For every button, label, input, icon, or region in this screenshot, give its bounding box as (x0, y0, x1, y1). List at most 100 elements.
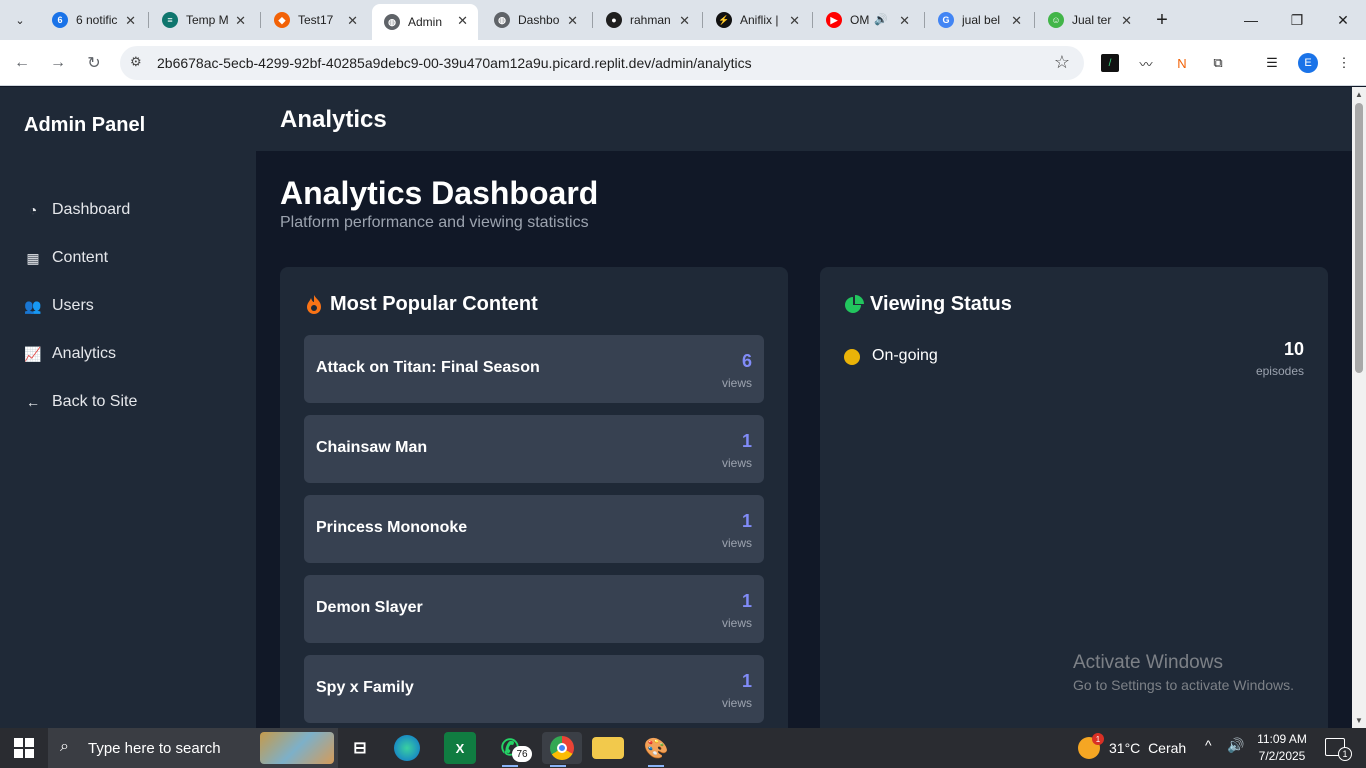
pie-chart-icon (844, 294, 864, 315)
close-tab-icon[interactable]: ✕ (1011, 13, 1022, 29)
popular-content-item: Attack on Titan: Final Season 6 views (304, 335, 764, 403)
extensions-puzzle-icon[interactable]: ⧉ (1208, 53, 1228, 73)
tray-chevron-icon[interactable]: ^ (1205, 737, 1212, 753)
tab-title: Dashbo (518, 13, 560, 27)
sidebar-item-label: Content (52, 249, 109, 266)
new-tab-button[interactable]: + (1150, 8, 1174, 32)
dashboard-subtitle: Platform performance and viewing statist… (280, 214, 589, 231)
restore-button[interactable]: ❐ (1274, 0, 1320, 40)
weather-condition: Cerah (1148, 740, 1187, 756)
close-tab-icon[interactable]: ✕ (1121, 13, 1132, 29)
browser-tab[interactable]: ≡ Temp M ✕ (150, 4, 256, 36)
tab-title: rahman (630, 13, 671, 27)
extension-graph-icon[interactable]: 〰 (1136, 53, 1156, 73)
audio-icon[interactable]: 🔊 (874, 13, 888, 26)
browser-tab[interactable]: ◍ Dashbo ✕ (482, 4, 588, 36)
sidebar: Admin Panel ◔ Dashboard ▦ Content 👥 Users 📈 Ana… (0, 87, 256, 728)
content-title: Princess Mononoke (316, 519, 468, 536)
excel-icon[interactable]: X (444, 732, 476, 764)
sidebar-item-users[interactable]: 👥 Users (24, 292, 234, 320)
status-count: 10 (1283, 339, 1304, 359)
minimize-button[interactable]: — (1228, 0, 1274, 40)
browser-tab[interactable]: ◆ Test17 ✕ (262, 4, 368, 36)
extension-terminal-icon[interactable]: / (1100, 53, 1120, 73)
close-window-button[interactable]: ✕ (1320, 0, 1366, 40)
browser-toolbar: ← → ↻ ⚙ 2b6678ac-5ecb-4299-92bf-40285a9d… (0, 40, 1366, 86)
reload-icon: ↻ (87, 55, 101, 72)
chrome-icon[interactable] (542, 732, 582, 767)
popular-content-item: Spy x Family 1 views (304, 655, 764, 723)
tab-title: Temp M (186, 13, 229, 27)
tab-separator (148, 12, 149, 28)
extension-n-icon[interactable]: N (1172, 53, 1192, 73)
sidebar-item-back-to-site[interactable]: ← Back to Site (24, 388, 234, 416)
bookmark-star-icon[interactable]: ☆ (1054, 52, 1070, 73)
browser-tab[interactable]: ☺ Jual ter ✕ (1036, 4, 1142, 36)
tab-title: Admin (408, 15, 443, 29)
globe-icon: ◍ (384, 14, 400, 30)
tab-title: jual bel (962, 13, 1001, 27)
page-scrollbar[interactable]: ▲ ▼ (1352, 87, 1366, 728)
notification-count: 1 (1338, 747, 1352, 761)
weather-widget[interactable]: 1 31°C Cerah (1078, 733, 1187, 759)
scroll-up-icon[interactable]: ▲ (1355, 90, 1363, 99)
site-info-icon[interactable]: ⚙ (130, 54, 142, 70)
tab-separator (702, 12, 703, 28)
browser-tab[interactable]: Gjual bel ✕ (926, 4, 1032, 36)
sidebar-brand: Admin Panel (24, 114, 146, 136)
aniflix-icon: ⚡ (716, 12, 732, 28)
close-tab-icon[interactable]: ✕ (125, 13, 136, 29)
tab-search-button[interactable]: ⌄ (8, 8, 32, 32)
sidebar-item-analytics[interactable]: 📈 Analytics (24, 340, 234, 368)
reload-button[interactable]: ↻ (82, 51, 106, 75)
close-tab-icon[interactable]: ✕ (899, 13, 910, 29)
arrow-right-icon: → (50, 54, 66, 71)
profile-avatar[interactable]: E (1298, 53, 1318, 73)
url-text[interactable]: 2b6678ac-5ecb-4299-92bf-40285a9debc9-00-… (157, 55, 752, 71)
taskbar-search[interactable]: ⌕ Type here to search (48, 728, 338, 768)
watermark-line1: Activate Windows (1073, 652, 1223, 673)
task-view-icon[interactable]: ⊟ (344, 732, 376, 764)
content-title: Chainsaw Man (316, 439, 428, 456)
tab-separator (924, 12, 925, 28)
close-tab-icon[interactable]: ✕ (235, 13, 246, 29)
browser-tab[interactable]: ▶ OM 🔊 ✕ (814, 4, 920, 36)
close-tab-icon[interactable]: ✕ (347, 13, 358, 29)
notification-center-icon[interactable]: 1 (1325, 738, 1352, 761)
scroll-thumb[interactable] (1355, 103, 1363, 373)
view-count: 1 (741, 511, 752, 531)
sidebar-item-dashboard[interactable]: ◔ Dashboard (24, 196, 234, 224)
tab-title: Jual ter (1072, 13, 1112, 27)
browser-tab[interactable]: ● rahman ✕ (594, 4, 700, 36)
sidebar-item-content[interactable]: ▦ Content (24, 244, 234, 272)
dashboard-title: Analytics Dashboard (280, 175, 599, 211)
media-control-icon[interactable]: ☰ (1262, 53, 1282, 73)
windows-start-icon[interactable] (14, 738, 34, 758)
edge-icon[interactable] (394, 735, 420, 761)
browser-menu-icon[interactable]: ⋮ (1334, 53, 1354, 73)
address-bar[interactable]: ⚙ 2b6678ac-5ecb-4299-92bf-40285a9debc9-0… (120, 46, 1084, 80)
popular-content-item: Demon Slayer 1 views (304, 575, 764, 643)
scroll-down-icon[interactable]: ▼ (1355, 716, 1363, 725)
close-tab-icon[interactable]: ✕ (789, 13, 800, 29)
close-tab-icon[interactable]: ✕ (567, 13, 578, 29)
status-unit: episodes (1255, 364, 1304, 378)
tab-title: 6 notific (76, 13, 118, 27)
tab-title: Aniflix | (740, 13, 779, 27)
tachometer-icon: ◔ (28, 202, 38, 218)
arrow-left-icon: ← (26, 394, 40, 410)
browser-tab-strip: ⌄ 6 6 notific ✕ ≡ Temp M ✕ ◆ Test17 ✕ ◍ Admin ✕ ◍ Das… (0, 0, 1366, 40)
back-button[interactable]: ← (10, 51, 34, 75)
file-explorer-icon[interactable] (592, 737, 624, 759)
system-clock[interactable]: 11:09 AM 7/2/2025 (1250, 731, 1314, 765)
browser-tab[interactable]: 6 6 notific ✕ (40, 4, 146, 36)
volume-icon[interactable]: 🔊 (1227, 737, 1244, 754)
close-tab-icon[interactable]: ✕ (679, 13, 690, 29)
weather-badge: 1 (1092, 733, 1104, 745)
forward-button[interactable]: → (46, 51, 70, 75)
close-tab-icon[interactable]: ✕ (457, 13, 468, 29)
paint-icon[interactable]: 🎨 (640, 732, 672, 767)
activate-windows-watermark: Activate Windows Go to Settings to activ… (1073, 652, 1294, 693)
browser-tab[interactable]: ⚡ Aniflix | ✕ (704, 4, 810, 36)
browser-tab[interactable]: ◍ Admin ✕ (372, 4, 478, 40)
